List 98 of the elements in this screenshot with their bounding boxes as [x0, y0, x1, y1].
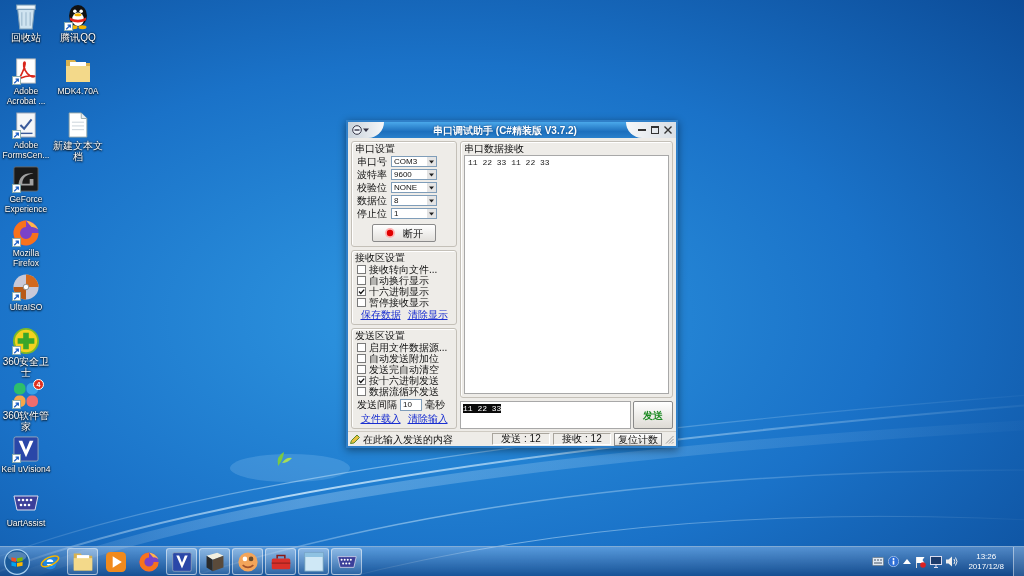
text-link[interactable]: 清除输入 — [407, 413, 448, 424]
close-icon[interactable] — [664, 126, 672, 134]
checkbox-label[interactable]: 自动发送附加位 — [369, 353, 439, 364]
folder-icon[interactable] — [65, 58, 91, 84]
form-check-icon[interactable] — [13, 112, 39, 138]
resize-grip-icon[interactable] — [665, 434, 674, 444]
keyboard-icon[interactable] — [872, 557, 885, 566]
checkbox[interactable] — [357, 287, 366, 296]
disconnect-button[interactable]: 断开 — [372, 224, 436, 242]
interval-field[interactable]: 10 — [400, 398, 422, 411]
icon-label[interactable]: GeForce Experience — [0, 194, 52, 214]
checkbox-label[interactable]: 十六进制显示 — [369, 286, 429, 297]
sent-counter: 发送 : 12 — [492, 433, 550, 445]
dropdown-field[interactable]: 8 — [391, 195, 437, 206]
field-label: 数据位 — [357, 195, 387, 206]
checkbox-label[interactable]: 启用文件数据源... — [369, 342, 448, 353]
send-text: 11 22 33 — [463, 404, 502, 413]
monitor-icon[interactable] — [930, 555, 943, 568]
speaker-icon[interactable] — [946, 556, 959, 567]
start-button[interactable] — [4, 548, 30, 575]
icon-label[interactable]: 360软件管家 — [0, 410, 52, 432]
reset-counter-button[interactable]: 复位计数 — [614, 432, 662, 446]
checkbox[interactable] — [357, 298, 366, 307]
field-label: 发送间隔 — [357, 399, 397, 410]
checkbox-label[interactable]: 按十六进制发送 — [369, 375, 439, 386]
checkbox-label[interactable]: 接收转向文件... — [369, 264, 438, 275]
receive-text-area[interactable]: 11 22 33 11 22 33 — [464, 155, 669, 394]
checkbox[interactable] — [357, 387, 366, 396]
checkbox[interactable] — [357, 265, 366, 274]
dropdown-field[interactable]: 1 — [391, 208, 437, 219]
checkbox[interactable] — [357, 376, 366, 385]
menu-icon[interactable] — [352, 125, 370, 135]
icon-label[interactable]: 360安全卫士 — [0, 356, 52, 378]
icon-label[interactable]: UartAssist — [6, 518, 46, 528]
icon-label[interactable]: Keil uVision4 — [1, 464, 51, 474]
show-desktop-button[interactable] — [1013, 547, 1024, 576]
cube-icon[interactable] — [204, 551, 225, 572]
field-label: 波特率 — [357, 169, 387, 180]
text-link[interactable]: 文件载入 — [360, 413, 401, 424]
checkbox[interactable] — [357, 365, 366, 374]
checkbox-label[interactable]: 发送完自动清空 — [369, 364, 439, 375]
flag-icon[interactable] — [915, 555, 927, 568]
group-title: 接收区设置 — [355, 252, 405, 263]
checkbox[interactable] — [357, 276, 366, 285]
taskbar-button[interactable] — [331, 548, 362, 575]
maximize-icon[interactable] — [651, 126, 659, 134]
dropdown-arrow-icon[interactable] — [427, 157, 436, 166]
text-link[interactable]: 清除显示 — [407, 309, 448, 320]
taskbar-button[interactable] — [199, 548, 230, 575]
system-menu-button[interactable] — [348, 122, 384, 138]
pencil-icon — [350, 434, 360, 444]
checkbox[interactable] — [357, 343, 366, 352]
send-button[interactable]: 发送 — [633, 401, 673, 429]
icon-label[interactable]: 腾讯QQ — [60, 32, 96, 43]
status-hint: 在此输入发送的内容 — [363, 433, 453, 445]
group-title: 串口数据接收 — [464, 143, 524, 154]
document-swirl-icon[interactable] — [13, 58, 39, 84]
taskbar-button[interactable] — [67, 548, 98, 575]
swirl-globe-icon[interactable] — [13, 220, 39, 246]
field-label: 校验位 — [357, 182, 387, 193]
smiley-face-icon[interactable] — [237, 551, 258, 572]
window-icon[interactable] — [303, 551, 324, 572]
clock-time[interactable]: 13:26 — [976, 551, 997, 562]
icon-label[interactable]: 新建文本文档 — [52, 140, 104, 162]
triangle-up-icon[interactable] — [903, 559, 912, 564]
checkbox-label[interactable]: 数据流循环发送 — [369, 386, 439, 397]
swirl-globe-icon[interactable] — [138, 551, 159, 572]
field-label: 串口号 — [357, 156, 387, 167]
taskbar-button[interactable] — [166, 548, 197, 575]
icon-label[interactable]: Adobe FormsCen... — [0, 140, 52, 160]
dropdown-arrow-icon[interactable] — [427, 170, 436, 179]
checkbox-label[interactable]: 自动换行显示 — [369, 275, 429, 286]
icon-label[interactable]: 回收站 — [11, 32, 41, 43]
send-text-field[interactable]: 11 22 33 — [460, 401, 631, 429]
dropdown-arrow-icon[interactable] — [427, 196, 436, 205]
checkbox-label[interactable]: 暂停接收显示 — [369, 297, 429, 308]
dropdown-field[interactable]: 9600 — [391, 169, 437, 180]
field-label: 停止位 — [357, 208, 387, 219]
received-counter: 接收 : 12 — [553, 433, 611, 445]
unit-label: 毫秒 — [425, 399, 445, 410]
icon-label[interactable]: Adobe Acrobat ... — [0, 86, 52, 106]
dropdown-field[interactable]: COM3 — [391, 156, 437, 167]
trash-bin-icon[interactable] — [13, 4, 39, 30]
group-title: 串口设置 — [355, 143, 395, 154]
group-title: 发送区设置 — [355, 330, 405, 341]
disc-icon[interactable] — [13, 274, 39, 300]
checkbox[interactable] — [357, 354, 366, 363]
dropdown-arrow-icon[interactable] — [427, 183, 436, 192]
dropdown-field[interactable]: NONE — [391, 182, 437, 193]
clock-date[interactable]: 2017/12/8 — [968, 561, 1004, 572]
text-link[interactable]: 保存数据 — [360, 309, 401, 320]
info-icon[interactable] — [888, 556, 900, 567]
icon-label[interactable]: Mozilla Firefox — [0, 248, 52, 268]
icon-label[interactable]: UltraISO — [9, 302, 43, 312]
v-tile-icon[interactable] — [171, 551, 192, 572]
dropdown-arrow-icon[interactable] — [427, 209, 436, 218]
window-title: 串口调试助手 (C#精装版 V3.7.2) — [433, 124, 577, 136]
icon-label[interactable]: MDK4.70A — [57, 86, 99, 96]
